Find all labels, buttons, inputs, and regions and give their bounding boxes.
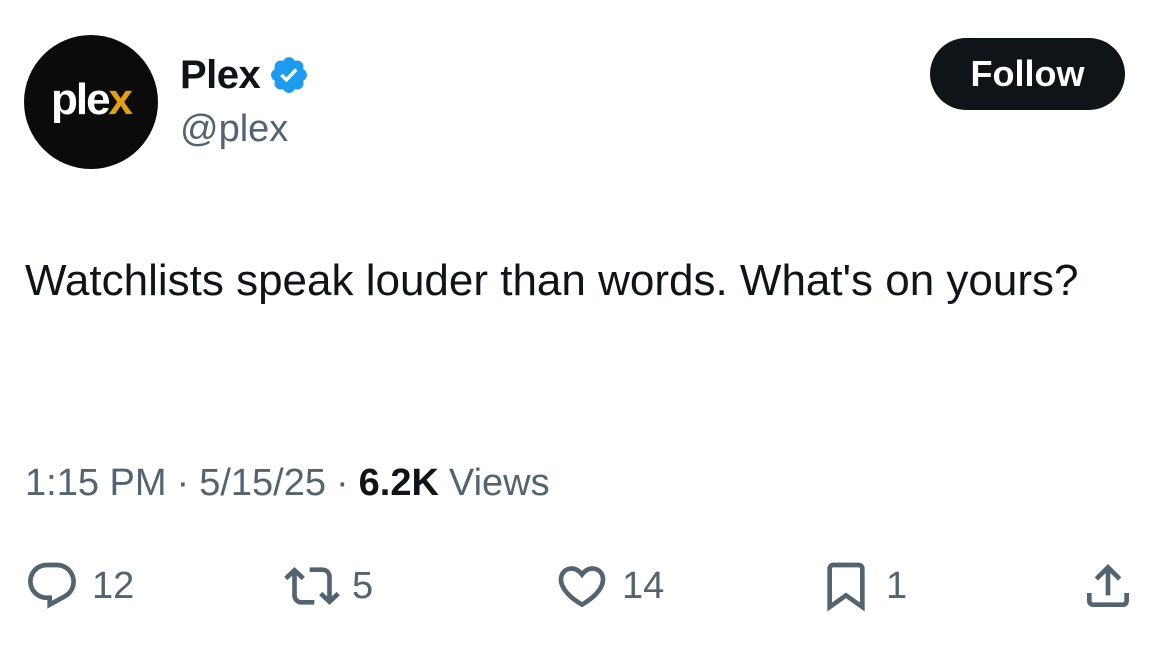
like-button[interactable]: 14 — [554, 556, 664, 616]
tweet-time[interactable]: 1:15 PM — [25, 462, 167, 505]
action-bar: 12 5 14 1 — [0, 556, 1173, 616]
bookmark-count: 1 — [886, 564, 908, 607]
meta-separator: · — [176, 462, 190, 504]
handle[interactable]: @plex — [180, 108, 288, 151]
share-icon — [1087, 564, 1129, 607]
share-button[interactable] — [1080, 556, 1136, 616]
verified-badge-icon[interactable] — [268, 54, 310, 96]
reply-button[interactable]: 12 — [24, 556, 134, 616]
retweet-count: 5 — [352, 564, 374, 607]
plex-logo: plex — [50, 75, 133, 124]
meta-separator: · — [335, 462, 349, 504]
bookmark-icon — [827, 562, 865, 612]
tweet-text: Watchlists speak louder than words. What… — [25, 256, 1079, 305]
retweet-button[interactable]: 5 — [284, 556, 373, 616]
views-count: 6.2K — [358, 462, 439, 504]
like-count: 14 — [622, 564, 665, 607]
retweet-icon — [284, 567, 340, 605]
avatar[interactable]: plex — [24, 35, 158, 169]
bookmark-button[interactable]: 1 — [818, 556, 907, 616]
follow-button[interactable]: Follow — [930, 38, 1125, 110]
reply-icon — [28, 562, 76, 609]
tweet: plex Plex @plex Follow Watchlists speak … — [0, 0, 1173, 648]
author-name-row: Plex — [180, 52, 310, 98]
reply-count: 12 — [92, 564, 135, 607]
display-name[interactable]: Plex — [180, 53, 261, 98]
heart-icon — [558, 566, 606, 608]
tweet-meta: 1:15 PM · 5/15/25 · 6.2K Views — [25, 462, 550, 505]
views-label: Views — [448, 462, 550, 504]
tweet-date[interactable]: 5/15/25 — [199, 462, 326, 505]
